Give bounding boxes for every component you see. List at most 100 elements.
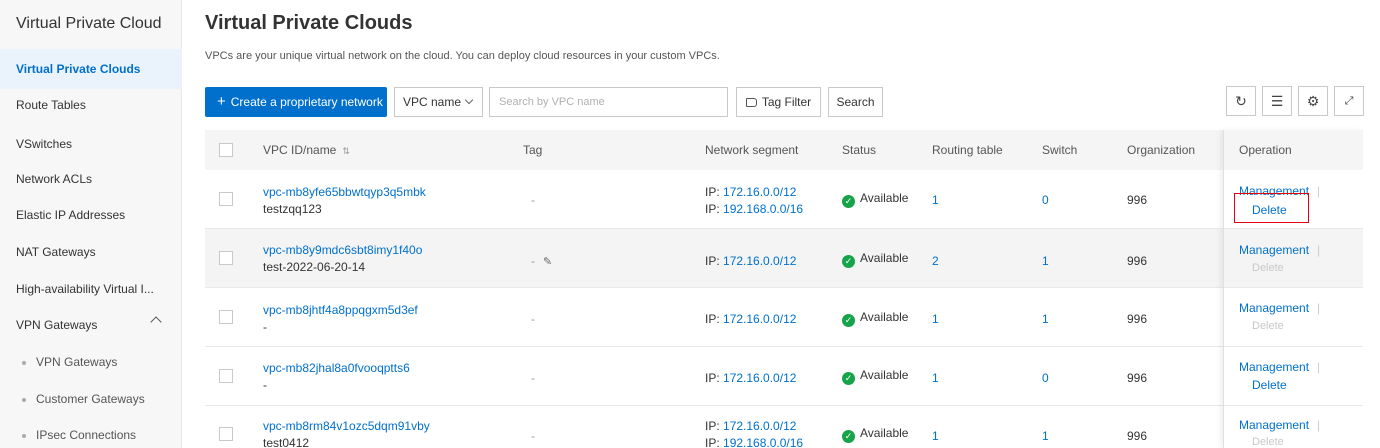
bullet-icon xyxy=(22,360,26,365)
sidebar-subitem-customer-gateways[interactable]: Customer Gateways xyxy=(22,392,145,406)
col-header-id[interactable]: VPC ID/name ⇅ xyxy=(263,130,350,171)
page-description: VPCs are your unique virtual network on … xyxy=(205,50,720,62)
operation-cell: Management | Delete xyxy=(1224,229,1363,288)
ip-link[interactable]: 172.16.0.0/12 xyxy=(723,419,796,433)
ip-link[interactable]: 172.16.0.0/12 xyxy=(723,312,796,326)
routing-count-link[interactable]: 1 xyxy=(932,193,939,207)
switch-count-link[interactable]: 1 xyxy=(1042,429,1049,443)
col-header-segment: Network segment xyxy=(705,143,799,157)
segment-ip: IP: 192.168.0.0/16 xyxy=(705,436,803,448)
ip-prefix: IP: xyxy=(705,436,720,448)
edit-pencil-icon[interactable]: ✎ xyxy=(543,255,552,268)
management-link[interactable]: Management | xyxy=(1239,243,1320,257)
status-label: Available xyxy=(860,426,909,440)
vpc-id-link[interactable]: vpc-mb8yfe65bbwtqyp3q5mbk xyxy=(263,185,426,199)
search-button[interactable]: Search xyxy=(828,87,883,117)
table-row: vpc-mb8yfe65bbwtqyp3q5mbk testzqq123 - I… xyxy=(205,170,1362,229)
operation-cell: Management | Delete xyxy=(1224,288,1363,347)
sidebar-item-vpcs[interactable]: Virtual Private Clouds xyxy=(0,49,182,89)
ip-prefix: IP: xyxy=(705,185,720,199)
routing-count-link[interactable]: 2 xyxy=(932,254,939,268)
ip-link[interactable]: 172.16.0.0/12 xyxy=(723,185,796,199)
management-link[interactable]: Management | xyxy=(1239,301,1320,315)
ip-link[interactable]: 192.168.0.0/16 xyxy=(723,436,803,448)
row-checkbox[interactable] xyxy=(219,251,233,265)
chevron-up-icon[interactable] xyxy=(150,316,162,328)
filter-select[interactable]: VPC name xyxy=(394,87,483,117)
create-network-button[interactable]: + Create a proprietary network xyxy=(205,87,387,117)
sidebar-item-eip[interactable]: Elastic IP Addresses xyxy=(16,208,125,222)
filter-select-value: VPC name xyxy=(403,95,462,109)
tag-value: - ✎ xyxy=(531,254,552,268)
vpc-id-link[interactable]: vpc-mb8jhtf4a8ppqgxm5d3ef xyxy=(263,303,418,317)
gear-icon[interactable]: ⚙ xyxy=(1298,86,1328,116)
table-row: vpc-mb82jhal8a0fvooqptts6 - - IP: 172.16… xyxy=(205,347,1362,406)
separator: | xyxy=(1317,360,1321,374)
sidebar-item-havip[interactable]: High-availability Virtual I... xyxy=(16,282,154,296)
switch-count-link[interactable]: 0 xyxy=(1042,193,1049,207)
status-label: Available xyxy=(860,310,909,324)
sidebar-item-vswitches[interactable]: VSwitches xyxy=(16,137,72,151)
ip-prefix: IP: xyxy=(705,312,720,326)
select-all-checkbox[interactable] xyxy=(219,143,233,157)
vpc-name: testzqq123 xyxy=(263,202,322,216)
sidebar-subitem-vpn-gateways[interactable]: VPN Gateways xyxy=(22,355,117,369)
sidebar-subitem-ipsec[interactable]: IPsec Connections xyxy=(22,428,136,442)
refresh-icon[interactable]: ↻ xyxy=(1226,86,1256,116)
sidebar-item-vpn-gateways[interactable]: VPN Gateways xyxy=(16,318,97,332)
delete-link[interactable]: Delete xyxy=(1252,378,1287,392)
row-checkbox[interactable] xyxy=(219,369,233,383)
org-value: 996 xyxy=(1127,254,1148,268)
sidebar-subitem-label: Customer Gateways xyxy=(36,392,145,406)
switch-count-link[interactable]: 1 xyxy=(1042,254,1049,268)
tag-value: - xyxy=(531,429,535,443)
table-header: VPC ID/name ⇅ Tag Network segment Status … xyxy=(205,130,1362,170)
vpc-id-link[interactable]: vpc-mb82jhal8a0fvooqptts6 xyxy=(263,361,410,375)
list-settings-icon[interactable]: ☰ xyxy=(1262,86,1292,116)
management-label: Management xyxy=(1239,301,1310,315)
row-checkbox[interactable] xyxy=(219,192,233,206)
search-input[interactable]: Search by VPC name xyxy=(489,87,728,117)
chevron-down-icon xyxy=(464,95,474,105)
org-value: 996 xyxy=(1127,193,1148,207)
management-link[interactable]: Management | xyxy=(1239,418,1320,432)
fullscreen-icon[interactable]: ⤢ xyxy=(1334,86,1364,116)
routing-count-link[interactable]: 1 xyxy=(932,312,939,326)
sidebar-item-route-tables[interactable]: Route Tables xyxy=(16,98,86,112)
org-value: 996 xyxy=(1127,371,1148,385)
ip-link[interactable]: 172.16.0.0/12 xyxy=(723,371,796,385)
plus-icon: + xyxy=(217,93,226,110)
sort-icon[interactable]: ⇅ xyxy=(342,146,350,156)
create-network-label: Create a proprietary network xyxy=(230,95,383,109)
tag-filter-button[interactable]: Tag Filter xyxy=(736,87,821,117)
vpc-id-link[interactable]: vpc-mb8rm84v1ozc5dqm91vby xyxy=(263,419,430,433)
switch-count-link[interactable]: 0 xyxy=(1042,371,1049,385)
status-label: Available xyxy=(860,191,909,205)
vpc-name: test-2022-06-20-14 xyxy=(263,260,366,274)
sidebar-item-network-acls[interactable]: Network ACLs xyxy=(16,172,92,186)
row-checkbox[interactable] xyxy=(219,427,233,441)
check-circle-icon: ✓ xyxy=(842,195,855,208)
routing-count-link[interactable]: 1 xyxy=(932,371,939,385)
routing-count-link[interactable]: 1 xyxy=(932,429,939,443)
segment-ip: IP: 172.16.0.0/12 xyxy=(705,419,796,433)
vpc-id-link[interactable]: vpc-mb8y9mdc6sbt8imy1f40o xyxy=(263,243,422,257)
tag-value: - xyxy=(531,193,535,207)
org-value: 996 xyxy=(1127,429,1148,443)
sidebar-item-nat[interactable]: NAT Gateways xyxy=(16,245,96,259)
status-badge: ✓ Available xyxy=(842,368,908,385)
segment-ip: IP: 172.16.0.0/12 xyxy=(705,185,796,199)
sidebar: Virtual Private Cloud Virtual Private Cl… xyxy=(0,0,182,448)
row-checkbox[interactable] xyxy=(219,310,233,324)
col-header-status: Status xyxy=(842,143,877,157)
status-badge: ✓ Available xyxy=(842,426,908,443)
col-header-tag: Tag xyxy=(523,143,543,157)
ip-link[interactable]: 192.168.0.0/16 xyxy=(723,202,803,216)
delete-link-disabled: Delete xyxy=(1252,320,1284,332)
ip-prefix: IP: xyxy=(705,419,720,433)
switch-count-link[interactable]: 1 xyxy=(1042,312,1049,326)
vpc-name: - xyxy=(263,320,267,334)
sidebar-subitem-label: IPsec Connections xyxy=(36,428,137,442)
management-link[interactable]: Management | xyxy=(1239,360,1320,374)
ip-link[interactable]: 172.16.0.0/12 xyxy=(723,254,796,268)
